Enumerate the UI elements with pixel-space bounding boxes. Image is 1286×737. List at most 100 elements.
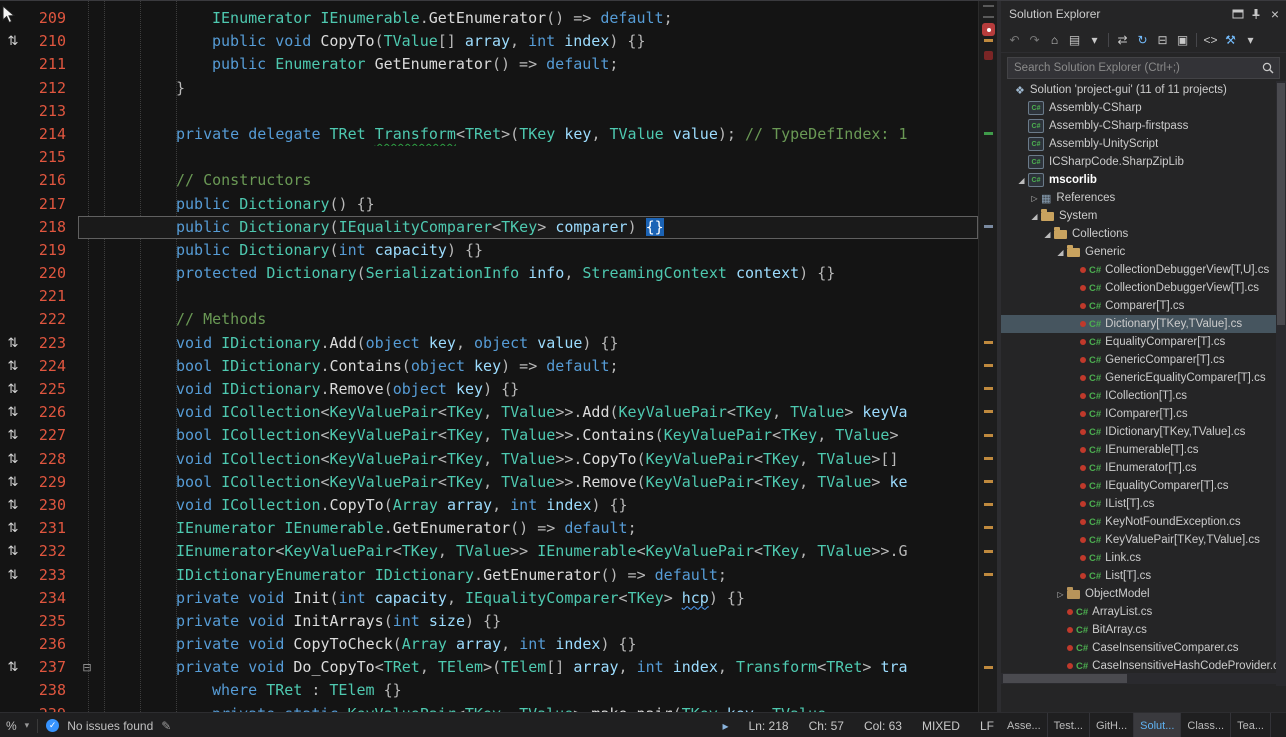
tree-item[interactable]: ▷ObjectModel: [1001, 585, 1286, 603]
line-number[interactable]: 238: [26, 679, 78, 702]
code-line[interactable]: 216// Constructors: [0, 169, 978, 192]
code-line[interactable]: 217public Dictionary() {}: [0, 193, 978, 216]
line-number[interactable]: 215: [26, 146, 78, 169]
reference-arrows-icon[interactable]: ⇅: [0, 401, 26, 424]
tree-item[interactable]: C#EqualityComparer[T].cs: [1001, 333, 1286, 351]
code-line[interactable]: ⇅226void ICollection<KeyValuePair<TKey, …: [0, 401, 978, 424]
switch-views-caret-icon[interactable]: ▾: [1085, 32, 1104, 48]
window-position-icon[interactable]: [1232, 8, 1244, 20]
bottom-tab[interactable]: Asse...: [1001, 713, 1048, 737]
tree-item[interactable]: ◢C#mscorlib: [1001, 171, 1286, 189]
line-number[interactable]: 236: [26, 633, 78, 656]
reference-arrows-icon[interactable]: ⇅: [0, 540, 26, 563]
code-line[interactable]: 222// Methods: [0, 308, 978, 331]
code-line[interactable]: 209IEnumerator IEnumerable.GetEnumerator…: [0, 7, 978, 30]
status-eol[interactable]: LF: [980, 719, 994, 733]
bottom-tab[interactable]: Test...: [1048, 713, 1090, 737]
tree-item[interactable]: C#CollectionDebuggerView[T].cs: [1001, 279, 1286, 297]
wrench-icon[interactable]: ⚒: [1221, 32, 1240, 48]
tree-item[interactable]: ❖Solution 'project-gui' (11 of 11 projec…: [1001, 81, 1286, 99]
toolbar-overflow-caret-icon[interactable]: ▾: [1241, 32, 1260, 48]
tree-item[interactable]: C#CaseInsensitiveComparer.cs: [1001, 639, 1286, 657]
tree-item[interactable]: C#Comparer[T].cs: [1001, 297, 1286, 315]
tree-item[interactable]: C#Assembly-CSharp: [1001, 99, 1286, 117]
tree-item[interactable]: C#IEnumerator[T].cs: [1001, 459, 1286, 477]
line-number[interactable]: 225: [26, 378, 78, 401]
reference-arrows-icon[interactable]: ⇅: [0, 494, 26, 517]
line-number[interactable]: 212: [26, 77, 78, 100]
code-line[interactable]: ⇅231IEnumerator IEnumerable.GetEnumerato…: [0, 517, 978, 540]
tree-item[interactable]: C#IEqualityComparer[T].cs: [1001, 477, 1286, 495]
tree-item[interactable]: C#Assembly-CSharp-firstpass: [1001, 117, 1286, 135]
code-line[interactable]: ⇅230void ICollection.CopyTo(Array array,…: [0, 494, 978, 517]
tree-item[interactable]: C#ICollection[T].cs: [1001, 387, 1286, 405]
bottom-tab[interactable]: Class...: [1181, 713, 1231, 737]
status-column[interactable]: Col: 63: [864, 719, 902, 733]
reference-arrows-icon[interactable]: ⇅: [0, 471, 26, 494]
code-line[interactable]: 218public Dictionary(IEqualityComparer<T…: [0, 216, 978, 239]
tree-item[interactable]: C#ICSharpCode.SharpZipLib: [1001, 153, 1286, 171]
code-line[interactable]: ⇅227bool ICollection<KeyValuePair<TKey, …: [0, 424, 978, 447]
code-line[interactable]: ⇅233IDictionaryEnumerator IDictionary.Ge…: [0, 564, 978, 587]
reference-arrows-icon[interactable]: ⇅: [0, 517, 26, 540]
tree-item[interactable]: C#IDictionary[TKey,TValue].cs: [1001, 423, 1286, 441]
line-number[interactable]: 237: [26, 656, 78, 679]
code-line[interactable]: 234private void Init(int capacity, IEqua…: [0, 587, 978, 610]
line-number[interactable]: 235: [26, 610, 78, 633]
code-line[interactable]: 211public Enumerator GetEnumerator() => …: [0, 53, 978, 76]
status-encoding[interactable]: MIXED: [922, 719, 960, 733]
code-line[interactable]: ⇅237⊟private void Do_CopyTo<TRet, TElem>…: [0, 656, 978, 679]
line-number[interactable]: 219: [26, 239, 78, 262]
collapse-all-icon[interactable]: ⊟: [1153, 32, 1172, 48]
reference-arrows-icon[interactable]: ⇅: [0, 30, 26, 53]
code-line[interactable]: 238where TRet : TElem {}: [0, 679, 978, 702]
line-number[interactable]: 223: [26, 332, 78, 355]
line-number[interactable]: 233: [26, 564, 78, 587]
code-line[interactable]: 235private void InitArrays(int size) {}: [0, 610, 978, 633]
chevron-expanded-icon[interactable]: ◢: [1042, 230, 1053, 239]
line-number[interactable]: 220: [26, 262, 78, 285]
tree-item[interactable]: C#Assembly-UnityScript: [1001, 135, 1286, 153]
line-number[interactable]: 229: [26, 471, 78, 494]
tree-item[interactable]: C#IList[T].cs: [1001, 495, 1286, 513]
pin-icon[interactable]: [1250, 8, 1262, 20]
tree-horizontal-scrollbar[interactable]: [1001, 673, 1276, 684]
code-line[interactable]: 220protected Dictionary(SerializationInf…: [0, 262, 978, 285]
switch-views-icon[interactable]: ▤: [1065, 32, 1084, 48]
tree-item[interactable]: C#CollectionDebuggerView[T,U].cs: [1001, 261, 1286, 279]
reference-arrows-icon[interactable]: ⇅: [0, 355, 26, 378]
tree-item[interactable]: C#Link.cs: [1001, 549, 1286, 567]
line-number[interactable]: 209: [26, 7, 78, 30]
line-number[interactable]: 211: [26, 53, 78, 76]
line-number[interactable]: 216: [26, 169, 78, 192]
chevron-expanded-icon[interactable]: ◢: [1029, 212, 1040, 221]
reference-arrows-icon[interactable]: ⇅: [0, 448, 26, 471]
close-icon[interactable]: ×: [1268, 6, 1282, 22]
line-number[interactable]: 221: [26, 285, 78, 308]
chevron-collapsed-icon[interactable]: ▷: [1055, 590, 1066, 599]
line-number[interactable]: 222: [26, 308, 78, 331]
line-number[interactable]: 234: [26, 587, 78, 610]
code-line[interactable]: ⇅210public void CopyTo(TValue[] array, i…: [0, 30, 978, 53]
tree-item[interactable]: C#GenericEqualityComparer[T].cs: [1001, 369, 1286, 387]
search-icon[interactable]: [1261, 61, 1275, 75]
tree-item[interactable]: C#ArrayList.cs: [1001, 603, 1286, 621]
view-code-icon[interactable]: <>: [1201, 32, 1220, 48]
status-line[interactable]: Ln: 218: [749, 719, 789, 733]
tree-item[interactable]: ▷▦References: [1001, 189, 1286, 207]
code-line[interactable]: ⇅228void ICollection<KeyValuePair<TKey, …: [0, 448, 978, 471]
code-line[interactable]: ⇅232IEnumerator<KeyValuePair<TKey, TValu…: [0, 540, 978, 563]
line-number[interactable]: 239: [26, 703, 78, 712]
tree-item[interactable]: C#CaseInsensitiveHashCodeProvider.cs: [1001, 657, 1286, 672]
tree-item[interactable]: ◢Collections: [1001, 225, 1286, 243]
tree-item[interactable]: C#GenericComparer[T].cs: [1001, 351, 1286, 369]
navigate-back-icon[interactable]: ↶: [1005, 32, 1024, 48]
home-icon[interactable]: ⌂: [1045, 32, 1064, 48]
status-chevron-icon[interactable]: ▸: [723, 719, 729, 733]
code-line[interactable]: 215: [0, 146, 978, 169]
code-line[interactable]: ⇅223void IDictionary.Add(object key, obj…: [0, 332, 978, 355]
line-number[interactable]: 227: [26, 424, 78, 447]
line-number[interactable]: 210: [26, 30, 78, 53]
bottom-tab[interactable]: GitH...: [1090, 713, 1134, 737]
tree-item[interactable]: C#List[T].cs: [1001, 567, 1286, 585]
